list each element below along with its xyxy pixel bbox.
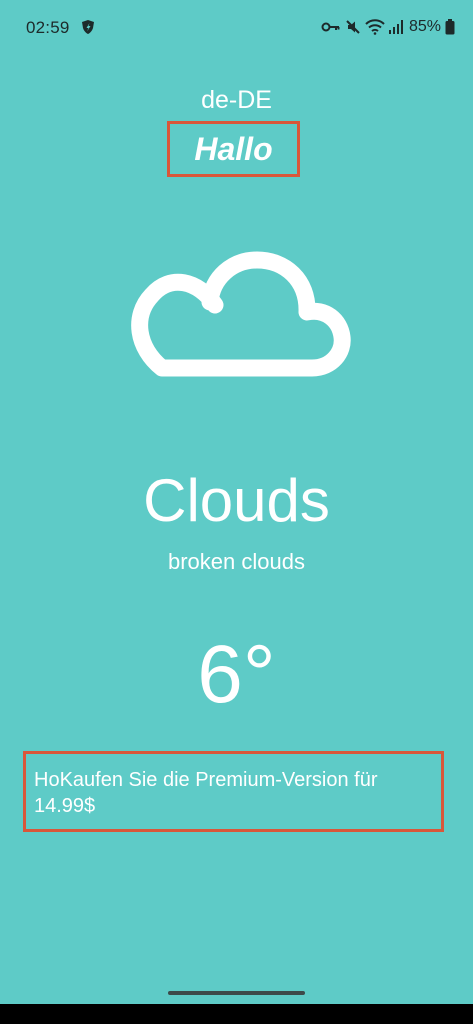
- locale-label: de-DE: [201, 86, 272, 114]
- shield-app-icon: [80, 19, 96, 35]
- battery-icon: [445, 19, 455, 35]
- mute-icon: [345, 19, 361, 35]
- premium-banner[interactable]: HoKaufen Sie die Premium-Version für 14.…: [23, 751, 444, 832]
- status-time: 02:59: [26, 18, 70, 37]
- navigation-bar: [0, 1004, 473, 1024]
- status-bar: 02:59 85%: [0, 0, 473, 56]
- greeting-text: Hallo: [194, 130, 273, 167]
- cloud-icon: [122, 240, 352, 390]
- battery-percentage: 85%: [408, 18, 441, 35]
- weather-description: broken clouds: [168, 549, 305, 574]
- temperature: 6°: [197, 629, 276, 720]
- weather-condition: Clouds: [143, 467, 330, 534]
- greeting-highlight: Hallo: [167, 121, 300, 177]
- premium-text: HoKaufen Sie die Premium-Version für 14.…: [34, 769, 378, 817]
- wifi-icon: [365, 19, 385, 35]
- key-icon: [321, 20, 341, 34]
- signal-icon: [388, 19, 403, 35]
- home-indicator[interactable]: [168, 991, 305, 995]
